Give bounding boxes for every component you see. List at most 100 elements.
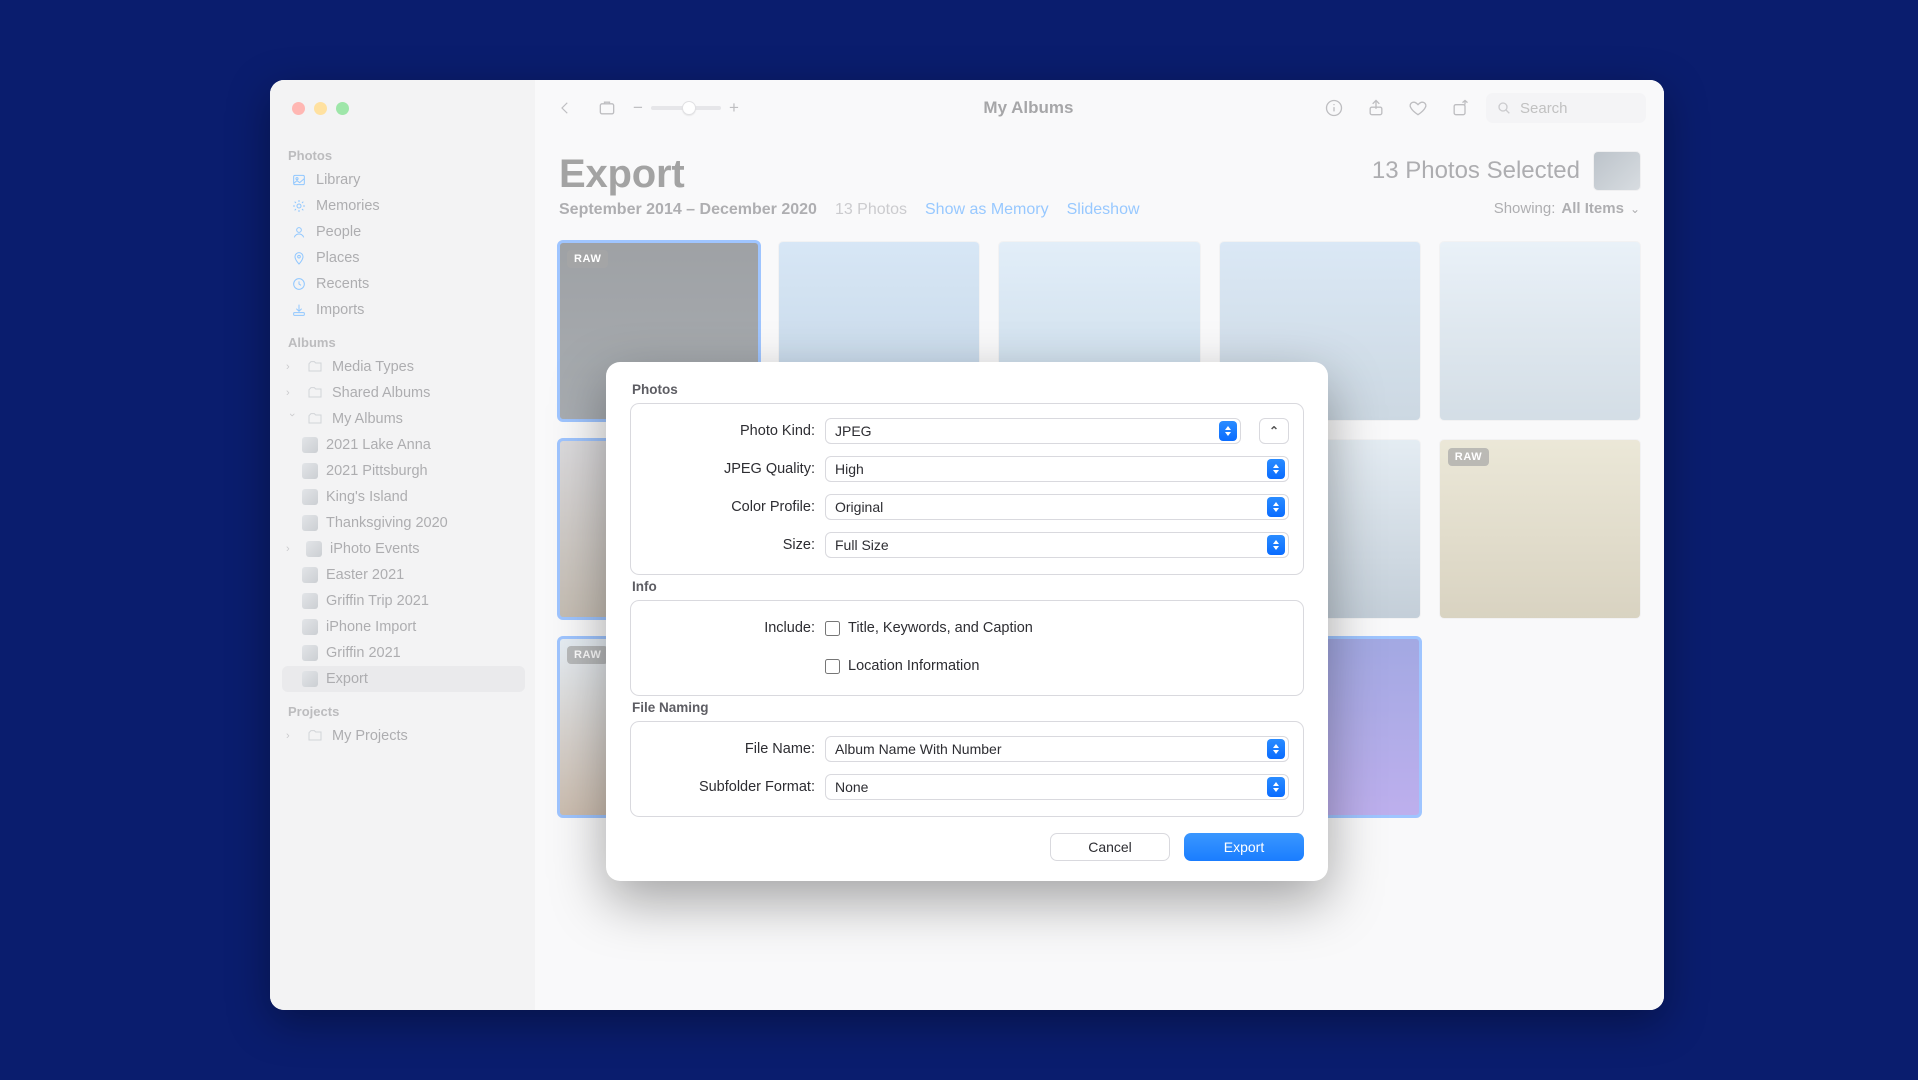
zoom-in-label[interactable]: + (729, 98, 739, 118)
chevron-down-icon: › (286, 413, 298, 425)
toolbar: − + My Albums (535, 80, 1664, 136)
sidebar-item-album[interactable]: 2021 Lake Anna (282, 432, 525, 458)
date-range: September 2014 – December 2020 (559, 201, 817, 219)
folder-icon (306, 727, 324, 745)
photo-kind-value: JPEG (835, 423, 872, 439)
subfolder-value: None (835, 779, 868, 795)
raw-badge: RAW (1448, 448, 1489, 466)
collapse-options-button[interactable]: ⌃ (1259, 418, 1289, 444)
sidebar-item-library[interactable]: Library (282, 167, 525, 193)
sidebar-item-people[interactable]: People (282, 219, 525, 245)
sidebar-item-my-projects[interactable]: › My Projects (282, 723, 525, 749)
showing-filter[interactable]: Showing: All Items ⌄ (1494, 200, 1640, 217)
sidebar-item-media-types[interactable]: › Media Types (282, 354, 525, 380)
sidebar-item-places[interactable]: Places (282, 245, 525, 271)
export-button[interactable]: Export (1184, 833, 1304, 861)
sidebar-head-albums: Albums (288, 335, 519, 350)
section-info-label: Info (632, 579, 1304, 594)
color-profile-label: Color Profile: (645, 499, 815, 515)
sidebar-item-memories[interactable]: Memories (282, 193, 525, 219)
sidebar-item-album[interactable]: Thanksgiving 2020 (282, 510, 525, 536)
select-stepper-icon (1267, 497, 1285, 517)
sidebar-item-recents[interactable]: Recents (282, 271, 525, 297)
sidebar-item-my-albums[interactable]: › My Albums (282, 406, 525, 432)
sidebar-item-label: Imports (316, 302, 364, 318)
zoom-slider[interactable]: − + (633, 98, 739, 118)
info-button[interactable] (1318, 94, 1350, 122)
places-icon (290, 249, 308, 267)
zoom-track[interactable] (651, 106, 721, 110)
select-stepper-icon (1267, 535, 1285, 555)
sidebar-item-label: Places (316, 250, 360, 266)
cancel-button[interactable]: Cancel (1050, 833, 1170, 861)
sidebar-item-album[interactable]: King's Island (282, 484, 525, 510)
show-as-memory-link[interactable]: Show as Memory (925, 201, 1049, 219)
select-stepper-icon (1267, 777, 1285, 797)
sidebar-item-album[interactable]: Easter 2021 (282, 562, 525, 588)
back-button[interactable] (549, 94, 581, 122)
rotate-button[interactable] (1444, 94, 1476, 122)
memories-icon (290, 197, 308, 215)
sidebar-item-album[interactable]: Griffin 2021 (282, 640, 525, 666)
sidebar-item-album[interactable]: Griffin Trip 2021 (282, 588, 525, 614)
export-dialog: Photos Photo Kind: JPEG ⌃ JPEG Quality: … (606, 362, 1328, 881)
select-stepper-icon (1219, 421, 1237, 441)
raw-badge: RAW (567, 250, 608, 268)
sidebar-item-album[interactable]: ›iPhoto Events (282, 536, 525, 562)
share-icon (1366, 98, 1386, 118)
section-filenaming: File Name: Album Name With Number Subfol… (630, 721, 1304, 817)
album-icon (302, 463, 318, 479)
sidebar-item-album[interactable]: 2021 Pittsburgh (282, 458, 525, 484)
size-select[interactable]: Full Size (825, 532, 1289, 558)
select-stepper-icon (1267, 459, 1285, 479)
sidebar-item-shared-albums[interactable]: › Shared Albums (282, 380, 525, 406)
sidebar-item-label: King's Island (326, 489, 408, 505)
subfolder-select[interactable]: None (825, 774, 1289, 800)
photo-kind-select[interactable]: JPEG (825, 418, 1241, 444)
zoom-out-label[interactable]: − (633, 98, 643, 118)
photos-window: − + My Albums Photos Library M (270, 80, 1664, 1010)
include-location-input[interactable] (825, 659, 840, 674)
search-input[interactable] (1518, 99, 1628, 118)
favorite-button[interactable] (1402, 94, 1434, 122)
jpeg-quality-select[interactable]: High (825, 456, 1289, 482)
file-name-select[interactable]: Album Name With Number (825, 736, 1289, 762)
file-name-label: File Name: (645, 741, 815, 757)
showing-label: Showing: (1494, 200, 1556, 217)
view-mode-button[interactable] (591, 94, 623, 122)
sidebar-item-label: Media Types (332, 359, 414, 375)
photo-thumb[interactable] (1440, 242, 1640, 420)
close-window-button[interactable] (292, 102, 305, 115)
section-info: Include: Title, Keywords, and Caption Lo… (630, 600, 1304, 696)
sidebar: Photos Library Memories People Places Re… (270, 136, 535, 1010)
zoom-thumb[interactable] (682, 101, 696, 115)
search-field[interactable] (1486, 93, 1646, 123)
photo-kind-label: Photo Kind: (645, 423, 815, 439)
sidebar-item-album[interactable]: Export (282, 666, 525, 692)
people-icon (290, 223, 308, 241)
folder-icon (306, 358, 324, 376)
album-icon (302, 567, 318, 583)
sidebar-item-label: My Albums (332, 411, 403, 427)
photo-thumb[interactable]: RAW (1440, 440, 1640, 618)
include-title-checkbox[interactable]: Title, Keywords, and Caption (825, 620, 1033, 636)
sidebar-item-label: Shared Albums (332, 385, 430, 401)
file-name-value: Album Name With Number (835, 741, 1002, 757)
include-location-text: Location Information (848, 658, 979, 674)
include-title-input[interactable] (825, 621, 840, 636)
include-location-checkbox[interactable]: Location Information (825, 658, 979, 674)
sidebar-item-label: Memories (316, 198, 380, 214)
album-icon (306, 541, 322, 557)
sidebar-item-album[interactable]: iPhone Import (282, 614, 525, 640)
jpeg-quality-label: JPEG Quality: (645, 461, 815, 477)
minimize-window-button[interactable] (314, 102, 327, 115)
sidebar-item-imports[interactable]: Imports (282, 297, 525, 323)
share-button[interactable] (1360, 94, 1392, 122)
info-icon (1324, 98, 1344, 118)
color-profile-select[interactable]: Original (825, 494, 1289, 520)
slideshow-link[interactable]: Slideshow (1067, 201, 1140, 219)
fullscreen-window-button[interactable] (336, 102, 349, 115)
header-right: 13 Photos Selected (1372, 152, 1640, 190)
section-photos-label: Photos (632, 382, 1304, 397)
recents-icon (290, 275, 308, 293)
